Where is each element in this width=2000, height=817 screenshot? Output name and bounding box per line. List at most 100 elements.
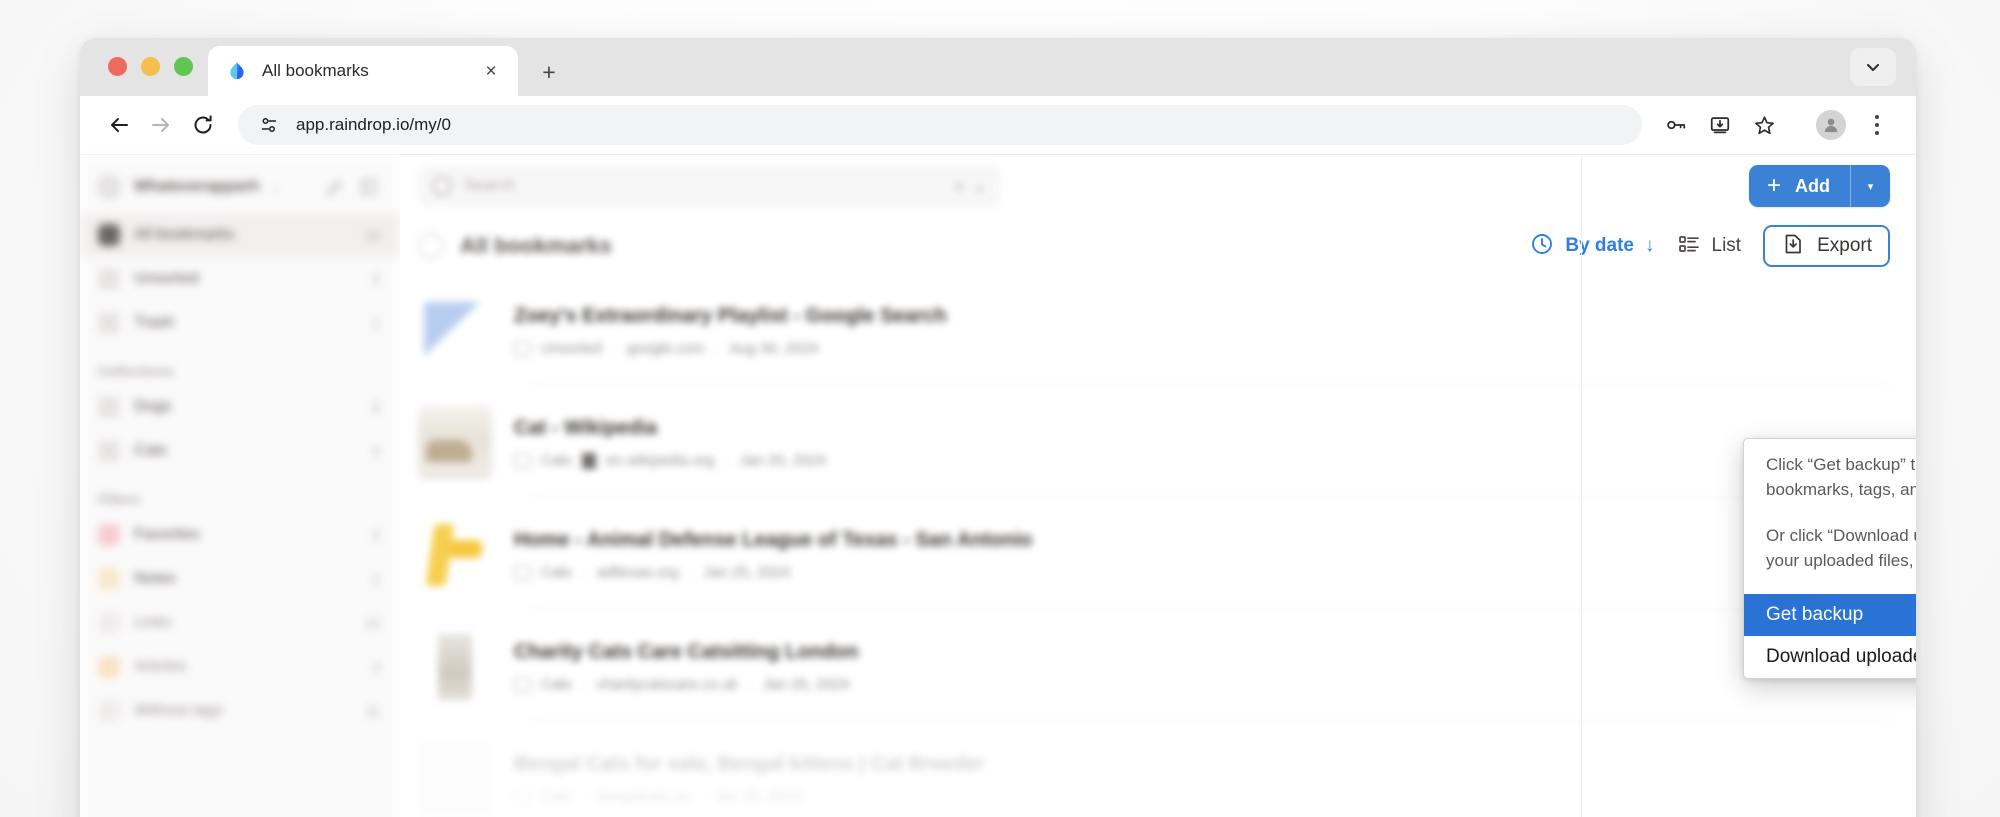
add-button-main[interactable]: + Add [1749, 165, 1850, 207]
search-trailing-icons: ⌗ ⌄ [955, 177, 986, 196]
bookmark-domain: google.com [626, 340, 705, 357]
table-row[interactable]: Bengal Cats for sale, Bengal kittens | C… [400, 723, 1916, 817]
forward-arrow-icon [152, 118, 169, 132]
sidebar-filter-without-tags[interactable]: Without tags 11 [80, 689, 400, 733]
view-mode-button[interactable]: List [1677, 232, 1742, 261]
heart-icon [98, 524, 120, 546]
main-content: Search ⌗ ⌄ + Add ▾ All bookmarks By date… [400, 155, 1916, 817]
back-button[interactable] [98, 104, 140, 146]
bookmark-meta: Cats · charitycatscare.co.uk · Jan 25, 2… [514, 676, 1890, 693]
sidebar-item-label: Without tags [134, 702, 223, 719]
filter-icon[interactable]: ⌗ [955, 178, 963, 195]
bookmark-body: Home - Animal Defense League of Texas - … [514, 529, 1890, 581]
minimize-window-button[interactable] [141, 57, 160, 76]
reload-icon [194, 115, 212, 134]
sidebar-collection-cats[interactable]: Cats 5 [80, 429, 400, 473]
tab-search-button[interactable] [1850, 48, 1896, 86]
sidebar-item-count: 3 [372, 659, 380, 675]
add-button[interactable]: + Add ▾ [1748, 165, 1890, 207]
clock-icon [1530, 232, 1554, 261]
sidebar-filter-articles[interactable]: Articles 3 [80, 645, 400, 689]
sidebar-item-count: 2 [372, 571, 380, 587]
sidebar-filter-notes[interactable]: Notes 2 [80, 557, 400, 601]
sidebar-item-unsorted[interactable]: Unsorted 2 [80, 257, 400, 301]
sidebar-item-trash[interactable]: Trash 1 [80, 301, 400, 345]
table-row[interactable]: Home - Animal Defense League of Texas - … [400, 499, 1916, 611]
meta-separator: · [581, 788, 587, 805]
sidebar-item-count: 5 [372, 443, 380, 459]
bookmark-title: Cat - Wikipedia [514, 417, 658, 439]
sidebar-item-label: Links [134, 614, 172, 631]
bookmark-collection: Cats [541, 564, 572, 581]
content-header-actions: By date ↓ List Export [1530, 225, 1890, 267]
meta-separator: · [581, 564, 587, 581]
kebab-menu-icon[interactable] [1860, 105, 1894, 145]
sort-button[interactable]: By date ↓ [1530, 232, 1655, 261]
maximize-window-button[interactable] [174, 57, 193, 76]
table-row[interactable]: Charity Cats Care Catsitting London Cats… [400, 611, 1916, 723]
table-row[interactable]: Cat - Wikipedia Cats en.wikipedia.org · … [400, 387, 1916, 499]
meta-separator: · [724, 452, 730, 469]
view-mode-label: List [1711, 235, 1742, 256]
reload-button[interactable] [182, 104, 224, 146]
bookmark-meta: Cats · bengalcats.co · Jan 25, 2024 [514, 788, 1890, 805]
sidebar-item-label: Unsorted [134, 270, 199, 287]
sidebar-item-count: 6 [372, 399, 380, 415]
browser-tab[interactable]: All bookmarks × [208, 46, 518, 96]
bookmark-domain: adltexas.org [596, 564, 679, 581]
bookmark-body: Zoey's Extraordinary Playlist - Google S… [514, 305, 1890, 357]
sidebar-filter-favorites[interactable]: Favorites 2 [80, 513, 400, 557]
edit-icon[interactable] [324, 176, 346, 198]
note-icon [98, 568, 120, 590]
bookmark-thumbnail [418, 406, 492, 480]
search-placeholder: Search [464, 177, 515, 194]
password-key-icon[interactable] [1656, 105, 1696, 145]
forward-button[interactable] [140, 104, 182, 146]
chevron-down-icon[interactable]: ⌄ [271, 181, 280, 194]
bookmark-thumbnail [418, 518, 492, 592]
profile-avatar[interactable] [1816, 110, 1846, 140]
add-button-caret[interactable]: ▾ [1850, 165, 1890, 207]
chevron-down-icon [1866, 63, 1880, 72]
sidebar-item-label: All bookmarks [134, 226, 235, 243]
chevron-down-icon[interactable]: ⌄ [973, 177, 986, 195]
sidebar-collection-dogs[interactable]: ▸ Dogs 6 [80, 385, 400, 429]
export-button[interactable]: Export [1763, 225, 1890, 267]
new-tab-button[interactable]: + [532, 55, 566, 89]
search-icon [432, 176, 452, 196]
search-row: Search ⌗ ⌄ + Add ▾ [400, 155, 1916, 217]
install-app-icon[interactable] [1700, 105, 1740, 145]
menu-item-get-backup[interactable]: Get backup [1744, 593, 1916, 636]
folder-icon [514, 565, 531, 580]
sidebar-user-header[interactable]: Whateverapparh ⌄ [80, 161, 400, 213]
folder-icon [514, 341, 531, 356]
close-window-button[interactable] [108, 57, 127, 76]
app-sidebar: Whateverapparh ⌄ All bookmarks 16 Unsort… [80, 155, 400, 817]
bookmark-collection: Cats [541, 676, 572, 693]
bookmark-star-icon[interactable] [1744, 105, 1784, 145]
bookmark-date: Jan 25, 2024 [714, 788, 802, 805]
unsorted-icon [98, 268, 120, 290]
sidebar-item-label: Favorites [134, 526, 200, 543]
plus-icon: + [1766, 172, 1781, 199]
bookmark-title: Charity Cats Care Catsitting London [514, 641, 859, 663]
export-dropdown-menu: Click “Get backup” to download all your … [1743, 438, 1916, 679]
table-row[interactable]: Zoey's Extraordinary Playlist - Google S… [400, 275, 1916, 387]
site-favicon [581, 452, 596, 469]
sidebar-item-count: 16 [364, 227, 380, 243]
sidebar-item-count: 1 [372, 315, 380, 331]
sidebar-filter-links[interactable]: Links 13 [80, 601, 400, 645]
sort-label: By date [1565, 235, 1634, 256]
menu-item-download-uploaded-files[interactable]: Download uploaded files [1744, 636, 1916, 678]
page-viewport: Whateverapparh ⌄ All bookmarks 16 Unsort… [80, 154, 1916, 817]
bookmark-date: Jan 25, 2024 [703, 564, 791, 581]
sidebar-item-all-bookmarks[interactable]: All bookmarks 16 [80, 213, 400, 257]
tune-icon[interactable] [256, 112, 282, 138]
close-icon[interactable]: × [478, 58, 504, 84]
collapse-sidebar-icon[interactable] [358, 176, 380, 198]
bookmark-body: Charity Cats Care Catsitting London Cats… [514, 641, 1890, 693]
select-all-circle-icon[interactable] [418, 233, 444, 259]
address-bar[interactable]: app.raindrop.io/my/0 [238, 105, 1642, 145]
search-input[interactable]: Search ⌗ ⌄ [418, 165, 1000, 207]
bookmark-thumbnail [418, 630, 492, 704]
